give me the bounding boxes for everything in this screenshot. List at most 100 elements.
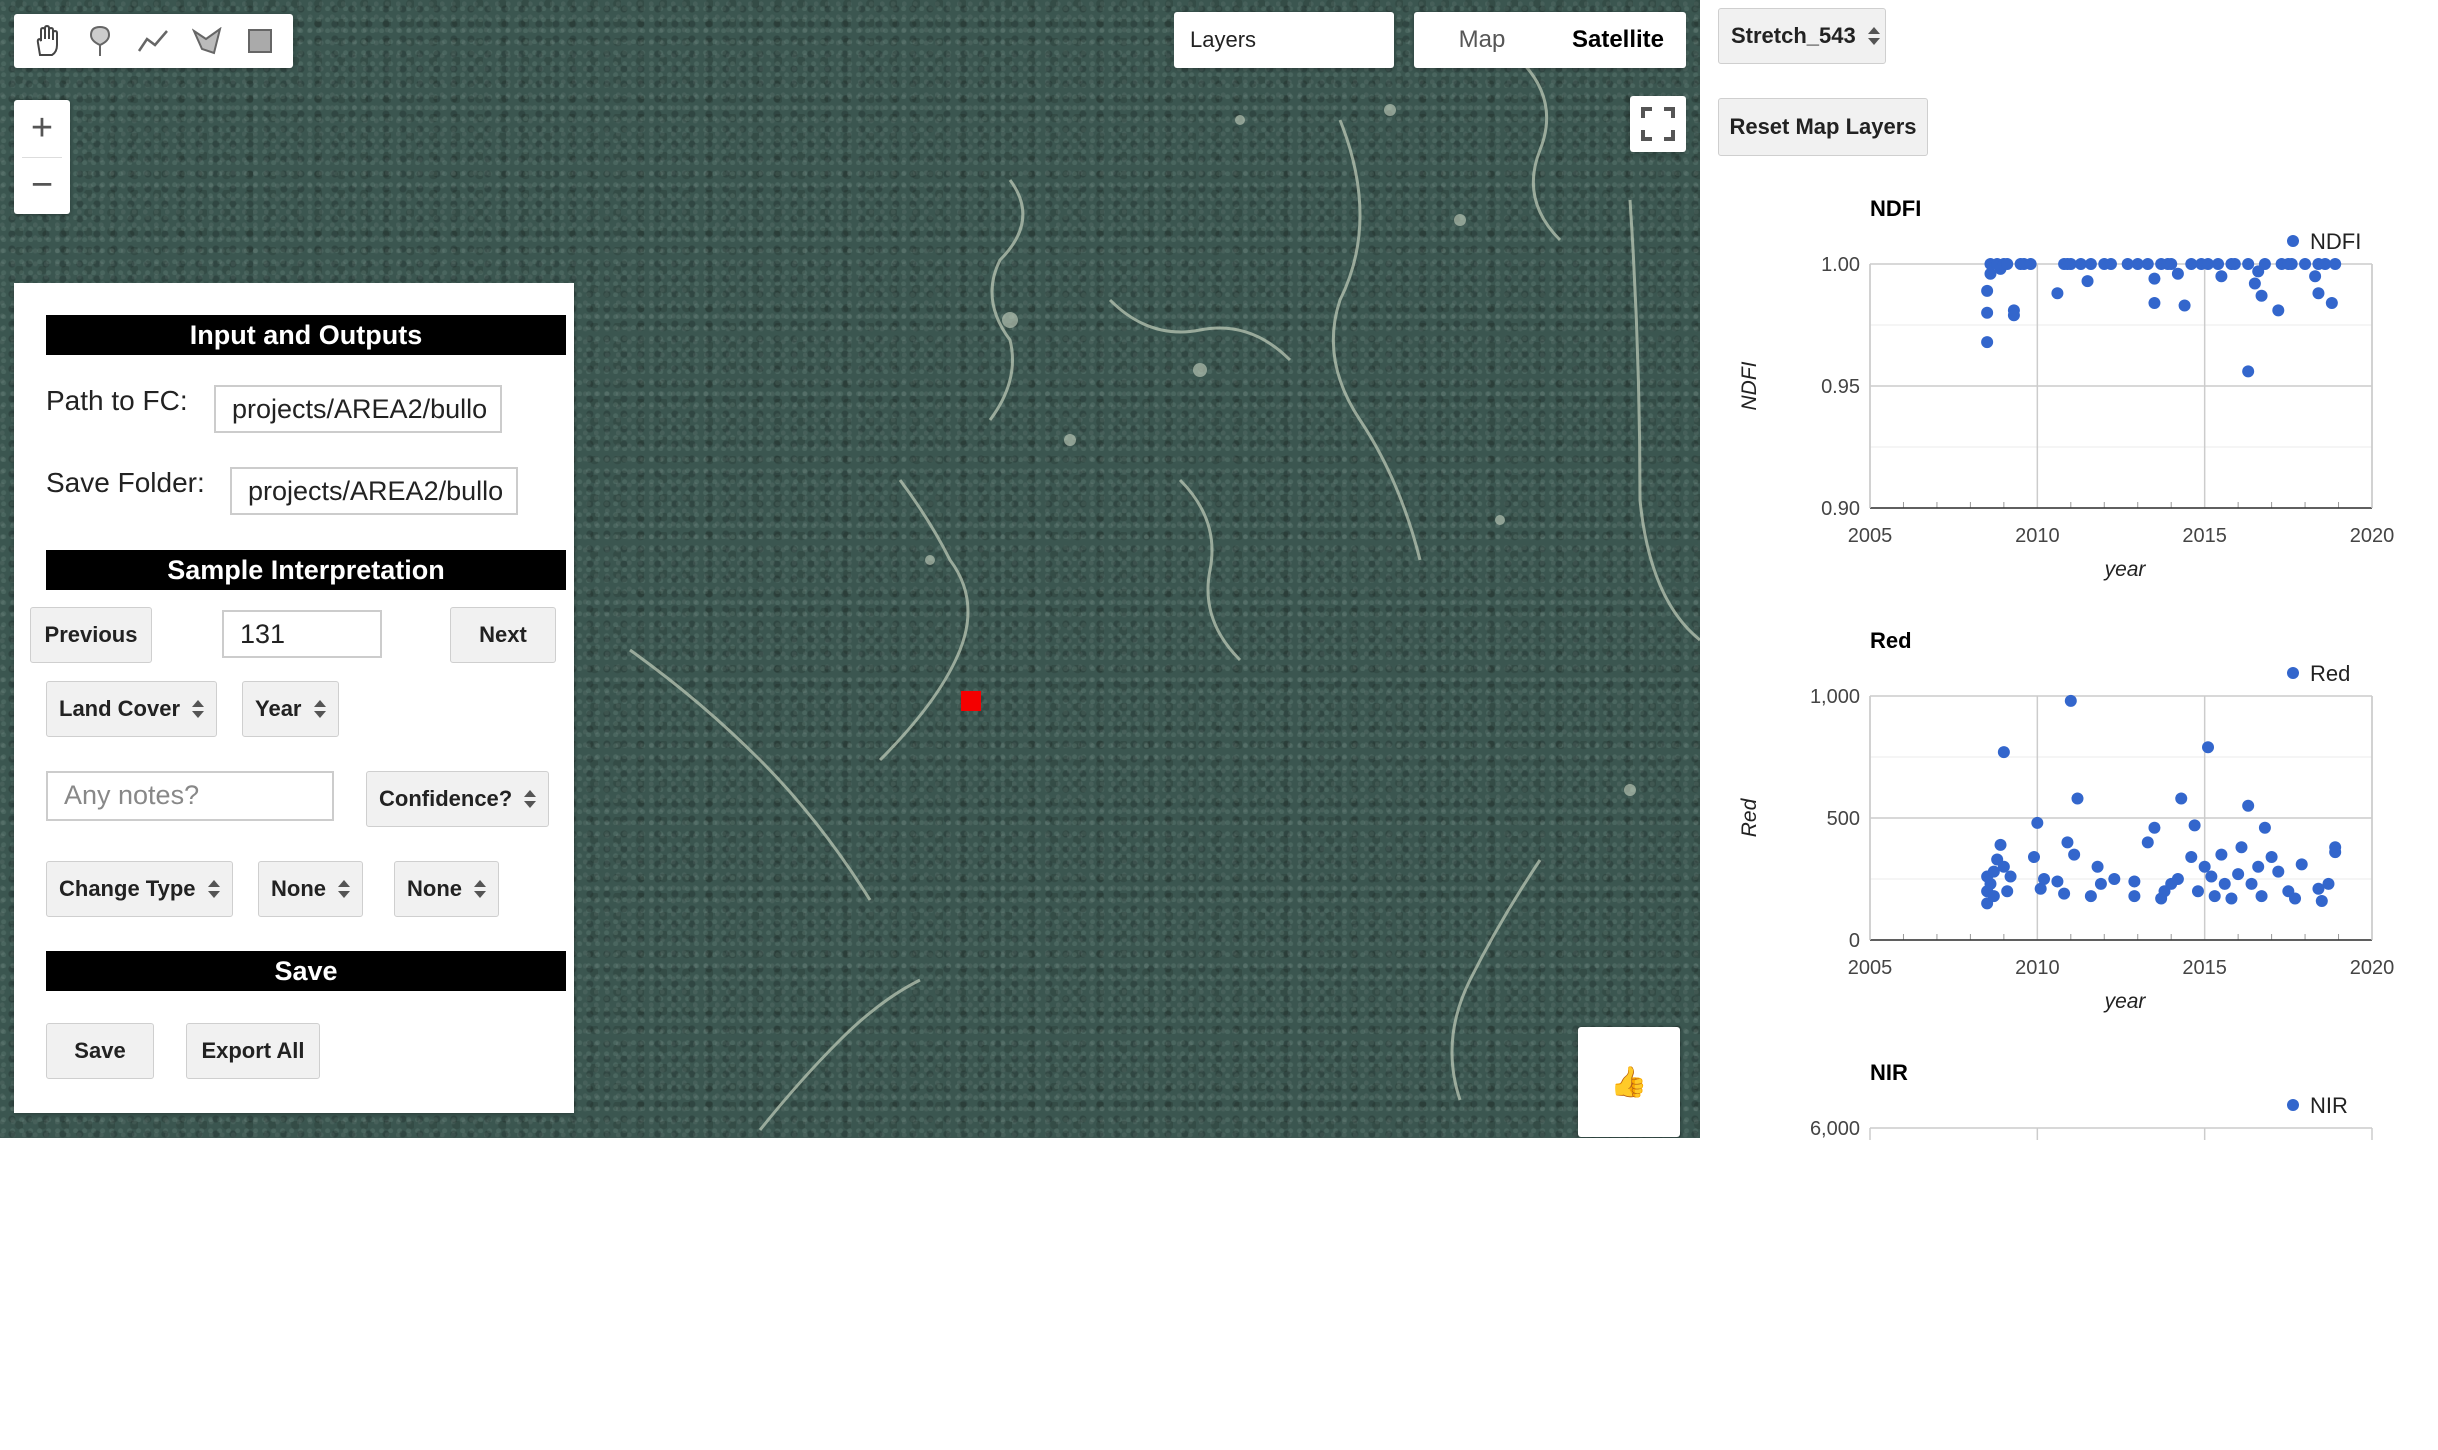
year-select[interactable]: Year: [242, 681, 339, 737]
zoom-in-button[interactable]: +: [14, 100, 70, 157]
data-point: [2081, 275, 2094, 288]
path-input[interactable]: projects/AREA2/bullo: [214, 385, 502, 433]
data-point: [2258, 821, 2271, 834]
data-point: [2295, 858, 2308, 871]
thumbs-up-button[interactable]: 👍: [1578, 1027, 1680, 1137]
data-point: [2148, 272, 2161, 285]
data-point: [2171, 873, 2184, 885]
data-point: [2235, 841, 2248, 854]
chart-title: NIR: [1870, 1060, 1908, 1085]
legend-label: NDFI: [2310, 229, 2361, 254]
data-point: [1994, 838, 2007, 851]
hand-icon[interactable]: [27, 21, 67, 61]
data-point: [2191, 885, 2204, 898]
map-type-control: Map Satellite: [1414, 12, 1686, 68]
map-canvas[interactable]: + − Layers Map Satellite 👍 Input and Out…: [0, 0, 1700, 1138]
y-tick-label: 0.90: [1821, 498, 1860, 520]
rectangle-icon[interactable]: [240, 21, 280, 61]
change-select-1[interactable]: None: [258, 861, 363, 917]
x-tick-label: 2010: [2015, 525, 2059, 547]
y-tick-label: 500: [1827, 808, 1860, 830]
y-tick-label: 0: [1849, 930, 1860, 952]
data-point: [2001, 885, 2014, 898]
select-arrows-icon: [1867, 27, 1880, 45]
data-point: [2225, 892, 2238, 905]
data-point: [2141, 258, 2154, 270]
x-tick-label: 2010: [2015, 957, 2059, 979]
chart-title: Red: [1870, 628, 1912, 653]
data-point: [2315, 894, 2328, 907]
data-point: [2255, 890, 2268, 903]
data-point: [2188, 819, 2201, 832]
y-tick-label: 6,000: [1810, 1118, 1860, 1140]
data-point: [2007, 309, 2020, 322]
sample-index-input[interactable]: 131: [222, 610, 382, 658]
year-label: Year: [255, 696, 302, 721]
stretch-select[interactable]: Stretch_543: [1718, 8, 1886, 64]
data-point: [2272, 865, 2285, 878]
data-point: [2289, 892, 2302, 905]
legend-marker: [2287, 1099, 2299, 1111]
land-cover-select[interactable]: Land Cover: [46, 681, 218, 737]
fullscreen-button[interactable]: [1630, 96, 1686, 152]
interpretation-panel: Input and Outputs Path to FC: projects/A…: [14, 283, 574, 1113]
change-type-label: Change Type: [59, 876, 196, 901]
change-select-2-label: None: [407, 876, 462, 901]
data-point: [2205, 870, 2218, 883]
save-folder-label: Save Folder:: [46, 467, 205, 498]
save-header: Save: [46, 951, 566, 991]
data-point: [2272, 304, 2285, 317]
data-point: [1981, 284, 1994, 297]
data-point: [1984, 877, 1997, 890]
data-point: [2178, 299, 2191, 312]
x-tick-label: 2015: [2182, 525, 2227, 547]
change-select-1-label: None: [271, 876, 326, 901]
export-all-button[interactable]: Export All: [186, 1023, 320, 1079]
confidence-select[interactable]: Confidence?: [366, 771, 550, 827]
sample-point-marker[interactable]: [961, 691, 981, 711]
legend-label: Red: [2310, 661, 2350, 686]
data-point: [1987, 890, 2000, 903]
previous-button[interactable]: Previous: [30, 607, 152, 663]
next-button[interactable]: Next: [450, 607, 556, 663]
drawing-toolbar: [14, 14, 293, 68]
y-tick-label: 0.95: [1821, 376, 1860, 398]
data-point: [2258, 258, 2271, 270]
data-point: [1997, 860, 2010, 873]
zoom-out-button[interactable]: −: [14, 157, 70, 214]
save-button[interactable]: Save: [46, 1023, 154, 1079]
data-point: [1997, 746, 2010, 759]
marker-icon[interactable]: [80, 21, 120, 61]
data-point: [2071, 792, 2084, 805]
data-point: [2175, 792, 2188, 805]
reset-map-layers-button[interactable]: Reset Map Layers: [1718, 98, 1928, 156]
layers-dropdown[interactable]: Layers: [1174, 12, 1394, 68]
change-select-2[interactable]: None: [394, 861, 499, 917]
data-point: [2245, 877, 2258, 890]
notes-input[interactable]: Any notes?: [46, 771, 334, 821]
polygon-icon[interactable]: [187, 21, 227, 61]
change-type-select[interactable]: Change Type: [46, 861, 233, 917]
data-point: [2242, 799, 2255, 812]
legend-label: NIR: [2310, 1093, 2348, 1118]
select-arrows-icon: [313, 700, 326, 718]
polyline-icon[interactable]: [133, 21, 173, 61]
data-point: [2108, 873, 2121, 885]
data-point: [2031, 816, 2044, 829]
data-point: [2312, 287, 2325, 300]
x-axis-label: year: [2103, 558, 2147, 581]
data-point: [2128, 875, 2141, 888]
data-point: [2325, 297, 2338, 310]
io-header: Input and Outputs: [46, 315, 566, 355]
legend-marker: [2287, 667, 2299, 679]
data-point: [2064, 694, 2077, 707]
y-tick-label: 1,000: [1810, 686, 1860, 708]
data-point: [2242, 365, 2255, 378]
red-chart: Red Red 0 500 1,000 2005 2010 2015 2020 year Red: [1738, 628, 2394, 1013]
x-tick-label: 2020: [2350, 525, 2395, 547]
map-type-satellite-button[interactable]: Satellite: [1550, 12, 1686, 68]
data-point: [2215, 270, 2228, 283]
data-point: [2255, 289, 2268, 302]
map-type-map-button[interactable]: Map: [1414, 12, 1550, 68]
save-folder-input[interactable]: projects/AREA2/bullo: [230, 467, 518, 515]
